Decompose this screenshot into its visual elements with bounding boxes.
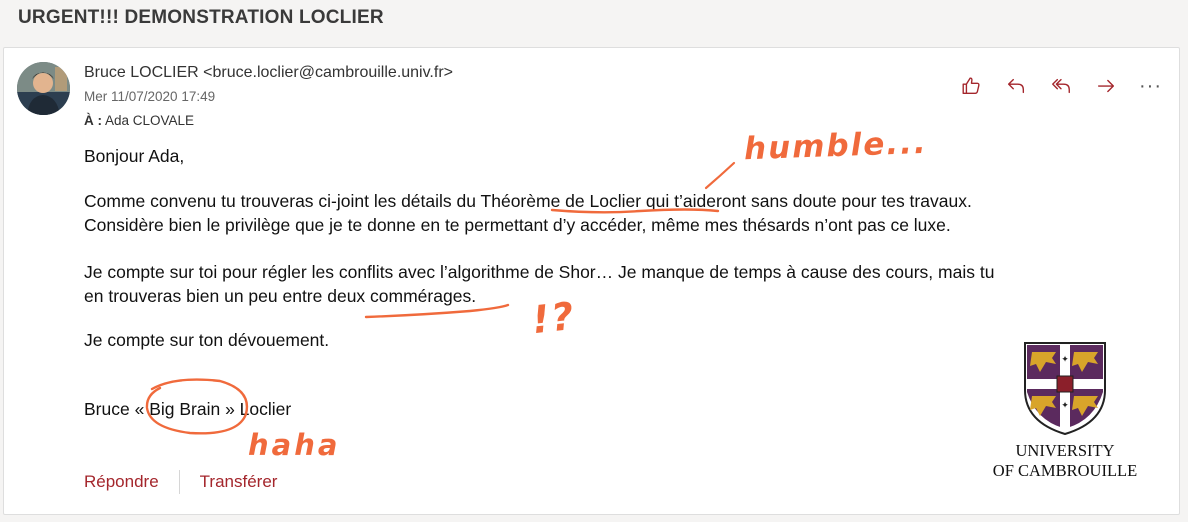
reply-all-button[interactable] <box>1038 72 1083 100</box>
p1-highlight: Théorème de Loclier <box>480 191 642 211</box>
annotation-humble: humble... <box>743 124 929 168</box>
paragraph-1-line-2: Considère bien le privilège que je te do… <box>84 215 951 235</box>
reply-icon <box>1007 78 1024 94</box>
message-actions: ··· <box>948 72 1173 100</box>
university-name-line-1: UNIVERSITY <box>1015 441 1115 460</box>
p1-after: qui t’aideront sans doute pour tes trava… <box>641 191 972 211</box>
sender-avatar[interactable] <box>17 62 70 115</box>
p1-before: Comme convenu tu trouveras ci-joint les … <box>84 191 481 211</box>
reply-button[interactable] <box>993 72 1038 100</box>
reply-actions: Répondre Transférer <box>84 470 277 494</box>
reply-link[interactable]: Répondre <box>84 472 159 492</box>
sig-after: » Loclier <box>220 399 292 419</box>
more-icon: ··· <box>1139 75 1162 97</box>
avatar-photo <box>17 62 70 115</box>
annotation-exclaim: !? <box>529 293 578 343</box>
p2-after: . <box>471 286 477 306</box>
sender-name[interactable]: Bruce LOCLIER <bruce.loclier@cambrouille… <box>84 64 453 82</box>
university-shield-icon: ✦ ✦ <box>1024 342 1106 436</box>
university-name-line-2: OF CAMBROUILLE <box>992 461 1138 480</box>
annotation-haha: haha <box>248 428 341 462</box>
greeting: Bonjour Ada, <box>84 146 185 166</box>
sig-highlight: Big Brain <box>149 399 221 419</box>
p2-before: en trouveras bien un peu entre <box>84 286 328 306</box>
university-logo: ✦ ✦ UNIVERSITY OF CAMBROUILLE <box>990 340 1140 481</box>
forward-button[interactable] <box>1083 72 1128 100</box>
svg-text:✦: ✦ <box>1061 355 1069 365</box>
recipient-line: À : Ada CLOVALE <box>84 113 194 128</box>
paragraph-2-line-1: Je compte sur toi pour régler les confli… <box>84 262 995 282</box>
forward-icon <box>1097 79 1114 93</box>
like-button[interactable] <box>948 72 993 100</box>
svg-text:✦: ✦ <box>1061 401 1069 411</box>
divider <box>178 470 180 494</box>
paragraph-3: Je compte sur ton dévouement. <box>84 330 330 350</box>
paragraph-1-line-1: Comme convenu tu trouveras ci-joint les … <box>84 191 972 212</box>
paragraph-2-line-2: en trouveras bien un peu entre deux comm… <box>84 286 476 307</box>
email-subject: URGENT!!! DEMONSTRATION LOCLIER <box>18 7 384 28</box>
p2-highlight: deux commérages <box>327 286 472 306</box>
recipient-name[interactable]: Ada CLOVALE <box>105 113 194 128</box>
more-options-button[interactable]: ··· <box>1128 72 1173 100</box>
to-label: À : <box>84 113 102 128</box>
thumbs-up-icon <box>962 77 980 95</box>
message-date: Mer 11/07/2020 17:49 <box>84 89 216 104</box>
signature: Bruce « Big Brain » Loclier <box>84 399 291 420</box>
reply-all-icon <box>1051 78 1070 94</box>
forward-link[interactable]: Transférer <box>200 472 278 492</box>
sig-before: Bruce « <box>84 399 150 419</box>
